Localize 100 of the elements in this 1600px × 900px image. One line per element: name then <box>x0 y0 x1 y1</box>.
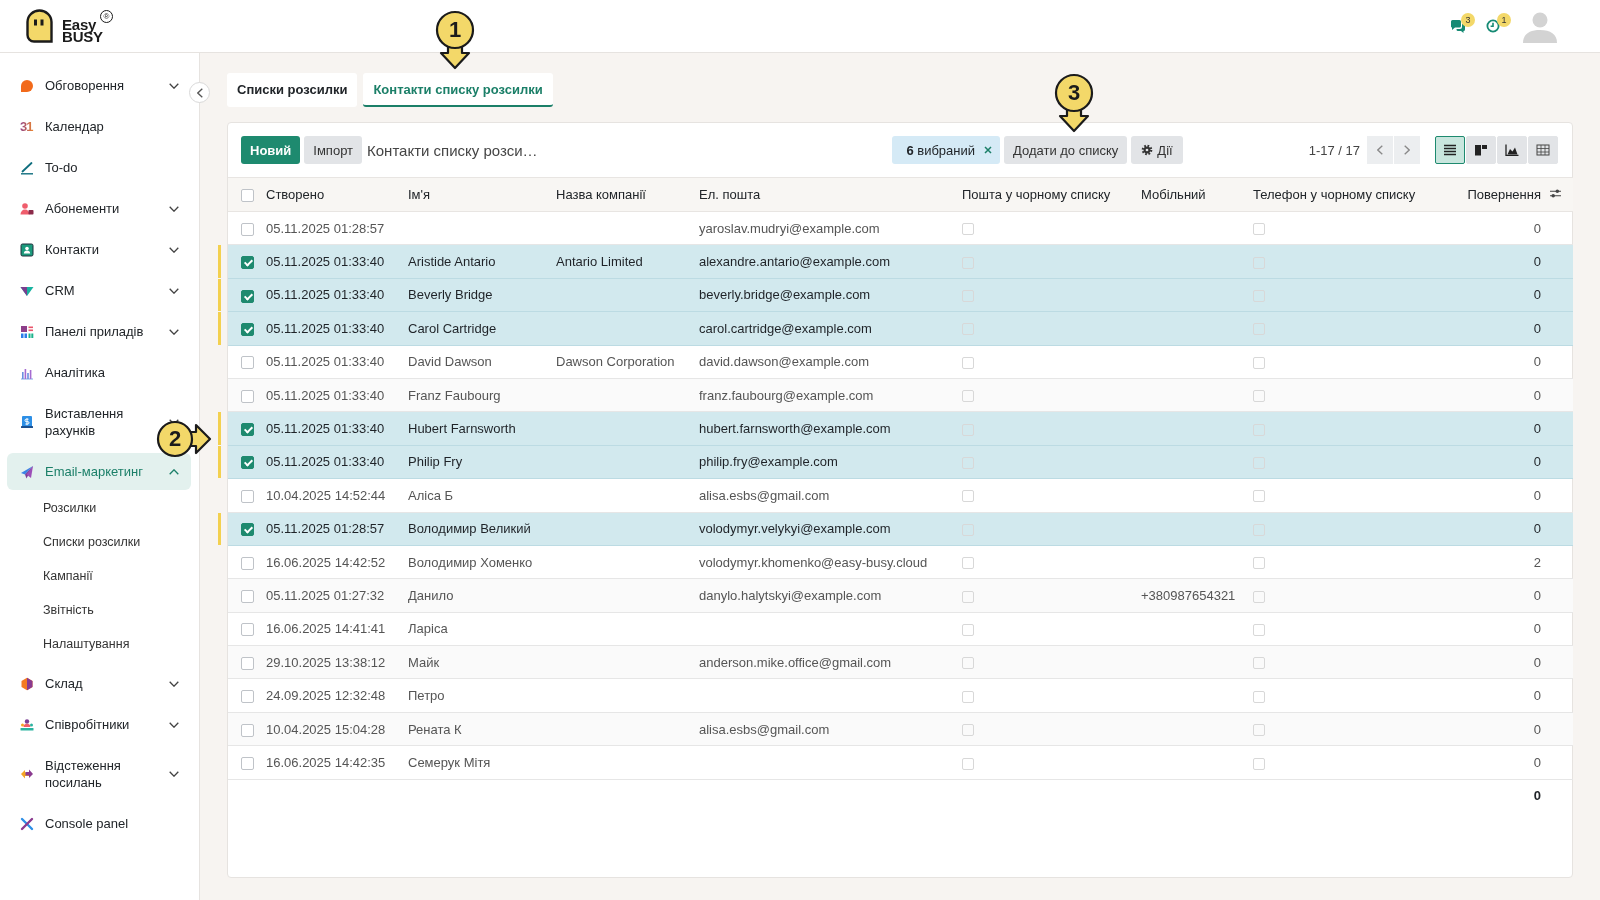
sidebar-item[interactable]: 31 Календар <box>7 108 169 145</box>
sidebar-item[interactable]: To-do <box>7 149 169 186</box>
chevron-up-icon[interactable] <box>169 468 179 475</box>
gear-icon[interactable] <box>1141 144 1154 156</box>
sidebar-item[interactable]: Email-маркетинг <box>7 453 159 490</box>
chevron-down-icon[interactable] <box>169 680 179 687</box>
sidebar-item[interactable]: Аналітика <box>7 354 169 391</box>
blacklist-checkbox[interactable] <box>1253 623 1265 636</box>
blacklist-checkbox[interactable] <box>962 690 974 703</box>
blacklist-checkbox[interactable] <box>962 757 974 770</box>
blacklist-checkbox[interactable] <box>962 590 974 603</box>
row-checkbox[interactable] <box>241 656 254 670</box>
sliders-icon[interactable] <box>1549 188 1562 199</box>
sidebar-subitem[interactable]: Звітність <box>7 593 191 627</box>
select-all-checkbox[interactable] <box>241 189 254 203</box>
sidebar-item[interactable]: Console panel <box>7 805 169 842</box>
row-checkbox[interactable] <box>241 489 254 503</box>
row-checkbox[interactable] <box>241 723 254 737</box>
sidebar-item[interactable]: Абонементи <box>7 190 159 227</box>
column-header[interactable]: Ел. пошта <box>691 177 954 212</box>
row-checkbox[interactable] <box>241 389 254 403</box>
kanban-icon[interactable] <box>1474 144 1488 156</box>
sidebar-item[interactable]: Обговорення <box>7 67 159 104</box>
blacklist-checkbox[interactable] <box>962 557 974 570</box>
sidebar-subitem[interactable]: Налаштування <box>7 627 191 661</box>
row-checkbox[interactable] <box>241 590 254 603</box>
blacklist-checkbox[interactable] <box>1253 223 1265 236</box>
list-icon[interactable] <box>1443 144 1457 156</box>
clock-icon[interactable] <box>1486 19 1500 33</box>
blacklist-checkbox[interactable] <box>1253 557 1265 570</box>
grid-icon[interactable] <box>1536 144 1550 156</box>
blacklist-checkbox[interactable] <box>962 657 974 670</box>
row-checkbox[interactable] <box>241 623 254 637</box>
row-checkbox[interactable] <box>241 423 254 437</box>
import-button[interactable]: Імпорт <box>304 136 363 164</box>
column-header[interactable]: Пошта у чорному списку <box>954 177 1133 212</box>
sidebar-item[interactable]: Відстеження посилань <box>7 747 159 801</box>
logo-mark-icon[interactable] <box>26 9 53 43</box>
column-header[interactable]: Повернення <box>1440 177 1549 212</box>
chevron-down-icon[interactable] <box>169 721 179 728</box>
previous-page-button[interactable] <box>1367 136 1393 164</box>
chevron-down-icon[interactable] <box>169 287 179 294</box>
column-header[interactable]: Телефон у чорному списку <box>1245 177 1440 212</box>
row-checkbox[interactable] <box>241 690 254 704</box>
add-to-list-button[interactable]: Додати до списку <box>1004 136 1128 164</box>
blacklist-checkbox[interactable] <box>1253 724 1265 737</box>
tab[interactable]: Контакти списку розсилки <box>363 73 553 107</box>
blacklist-checkbox[interactable] <box>962 356 974 369</box>
blacklist-checkbox[interactable] <box>1253 757 1265 770</box>
chevron-down-icon[interactable] <box>169 328 179 335</box>
blacklist-checkbox[interactable] <box>1253 657 1265 670</box>
sidebar-item[interactable]: Виставлення рахунків <box>7 395 159 449</box>
pager-value[interactable]: 1-17 / 17 <box>1308 142 1360 158</box>
sidebar-subitem[interactable]: Списки розсилки <box>7 525 191 559</box>
tab[interactable]: Списки розсилки <box>227 73 358 107</box>
chat-icon[interactable] <box>1450 19 1466 33</box>
blacklist-checkbox[interactable] <box>1253 690 1265 703</box>
chevron-down-icon[interactable] <box>169 205 179 212</box>
blacklist-checkbox[interactable] <box>1253 490 1265 503</box>
area-chart-icon[interactable] <box>1505 144 1519 156</box>
row-checkbox[interactable] <box>241 756 254 770</box>
sidebar-item[interactable]: Склад <box>7 665 159 702</box>
chevron-down-icon[interactable] <box>169 82 179 89</box>
column-header[interactable]: Ім'я <box>400 177 548 212</box>
blacklist-checkbox[interactable] <box>962 724 974 737</box>
row-checkbox[interactable] <box>241 456 254 470</box>
blacklist-checkbox[interactable] <box>1253 356 1265 369</box>
column-header[interactable]: Створено <box>258 177 400 212</box>
sidebar-item[interactable]: Контакти <box>7 231 159 268</box>
blacklist-checkbox[interactable] <box>962 223 974 236</box>
kanban-view-button[interactable] <box>1466 136 1496 164</box>
sidebar-subitem[interactable]: Розсилки <box>7 491 191 525</box>
sidebar-item[interactable]: CRM <box>7 272 159 309</box>
chevron-down-icon[interactable] <box>169 246 179 253</box>
actions-button[interactable]: Дії <box>1131 136 1183 164</box>
blacklist-checkbox[interactable] <box>962 390 974 403</box>
blacklist-checkbox[interactable] <box>1253 390 1265 403</box>
row-checkbox[interactable] <box>241 322 254 336</box>
sidebar-item[interactable]: Співробітники <box>7 706 159 743</box>
blacklist-checkbox[interactable] <box>962 490 974 503</box>
row-checkbox[interactable] <box>241 356 254 370</box>
pivot-view-button[interactable] <box>1528 136 1558 164</box>
chevron-right-icon[interactable] <box>1404 145 1410 155</box>
chevron-down-icon[interactable] <box>169 771 179 777</box>
next-page-button[interactable] <box>1394 136 1420 164</box>
column-header[interactable]: Назва компанії <box>548 177 691 212</box>
blacklist-checkbox[interactable] <box>1253 590 1265 603</box>
graph-view-button[interactable] <box>1497 136 1527 164</box>
column-header[interactable]: Мобільний <box>1133 177 1245 212</box>
row-checkbox[interactable] <box>241 256 254 270</box>
row-checkbox[interactable] <box>241 523 254 537</box>
row-checkbox[interactable] <box>241 222 254 236</box>
new-button[interactable]: Новий <box>241 136 301 164</box>
row-checkbox[interactable] <box>241 556 254 570</box>
chevron-left-icon[interactable] <box>196 87 203 98</box>
sidebar-item[interactable]: Панелі приладів <box>7 313 159 350</box>
blacklist-checkbox[interactable] <box>962 623 974 636</box>
list-view-button[interactable] <box>1435 136 1465 164</box>
sidebar-subitem[interactable]: Кампанії <box>7 559 191 593</box>
row-checkbox[interactable] <box>241 289 254 303</box>
